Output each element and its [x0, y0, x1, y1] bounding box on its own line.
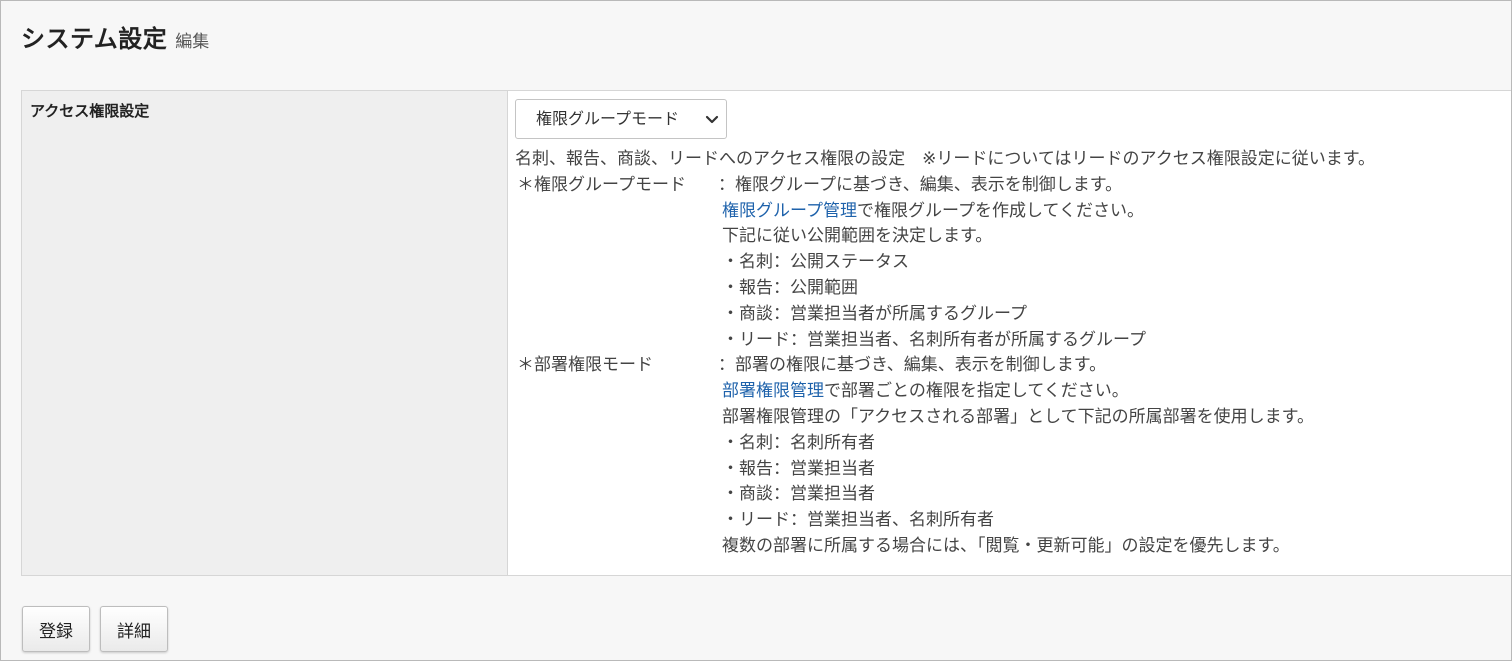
permission-group-admin-link[interactable]: 権限グループ管理	[722, 201, 857, 221]
group-mode-definition: ：権限グループに基づき、編集、表示を制御します。 権限グループ管理で権限グループ…	[718, 173, 1511, 354]
dept-mode-desc: ：部署の権限に基づき、編集、表示を制御します。	[718, 355, 1107, 376]
dept-mode-desc2: 部署権限管理の「アクセスされる部署」として下記の所属部署を使用します。	[722, 406, 1314, 427]
page-frame: システム設定 編集 アクセス権限設定 権限グループモード 名刺、報告、商談、リー…	[0, 0, 1512, 661]
access-mode-selected-value: 権限グループモード	[536, 109, 680, 129]
dept-mode-term: ＊部署権限モード	[517, 355, 653, 376]
dept-mode-section: ＊部署権限モード ：部署の権限に基づき、編集、表示を制御します。 部署権限管理で…	[515, 353, 1511, 559]
chevron-down-icon	[705, 115, 719, 124]
dept-mode-footer: 複数の部署に所属する場合には、「閲覧・更新可能」の設定を優先します。	[722, 535, 1290, 556]
dept-mode-definition: ：部署の権限に基づき、編集、表示を制御します。 部署権限管理で部署ごとの権限を指…	[718, 353, 1511, 559]
group-mode-desc: ：権限グループに基づき、編集、表示を制御します。	[718, 174, 1123, 195]
list-item: ・名刺：名刺所有者	[722, 432, 875, 453]
group-mode-term: ＊権限グループモード	[517, 174, 686, 195]
list-item: ・リード：営業担当者、名刺所有者が所属するグループ	[722, 329, 1146, 350]
list-item: ・商談：営業担当者	[722, 484, 875, 505]
group-mode-link-line: 権限グループ管理で権限グループを作成してください。	[718, 199, 1511, 225]
setting-label: アクセス権限設定	[22, 91, 508, 575]
setting-value: 権限グループモード 名刺、報告、商談、リードへのアクセス権限の設定 ※リードにつ…	[508, 91, 1511, 575]
department-permission-admin-link[interactable]: 部署権限管理	[722, 381, 824, 401]
group-mode-section: ＊権限グループモード ：権限グループに基づき、編集、表示を制御します。 権限グル…	[515, 173, 1511, 354]
access-mode-select[interactable]: 権限グループモード	[515, 99, 727, 139]
setting-intro: 名刺、報告、商談、リードへのアクセス権限の設定 ※リードについてはリードのアクセ…	[515, 149, 1375, 169]
action-buttons: 登録 詳細	[22, 606, 168, 652]
list-item: ・報告：営業担当者	[722, 458, 875, 479]
group-mode-link-suffix: で権限グループを作成してください。	[856, 200, 1144, 221]
dept-mode-link-line: 部署権限管理で部署ごとの権限を指定してください。	[718, 379, 1511, 405]
group-mode-desc2: 下記に従い公開範囲を決定します。	[722, 226, 993, 247]
page-header: システム設定 編集	[21, 19, 209, 59]
page-title: システム設定	[21, 25, 168, 53]
page-subtitle: 編集	[175, 32, 210, 52]
list-item: ・報告：公開範囲	[722, 277, 858, 298]
settings-table: アクセス権限設定 権限グループモード 名刺、報告、商談、リードへのアクセス権限の…	[21, 90, 1511, 576]
register-button[interactable]: 登録	[22, 606, 90, 652]
list-item: ・名刺：公開ステータス	[722, 252, 909, 273]
list-item: ・商談：営業担当者が所属するグループ	[722, 303, 1027, 324]
detail-button[interactable]: 詳細	[100, 606, 168, 652]
dept-mode-link-suffix: で部署ごとの権限を指定してください。	[824, 381, 1129, 402]
list-item: ・リード：営業担当者、名刺所有者	[722, 510, 994, 531]
